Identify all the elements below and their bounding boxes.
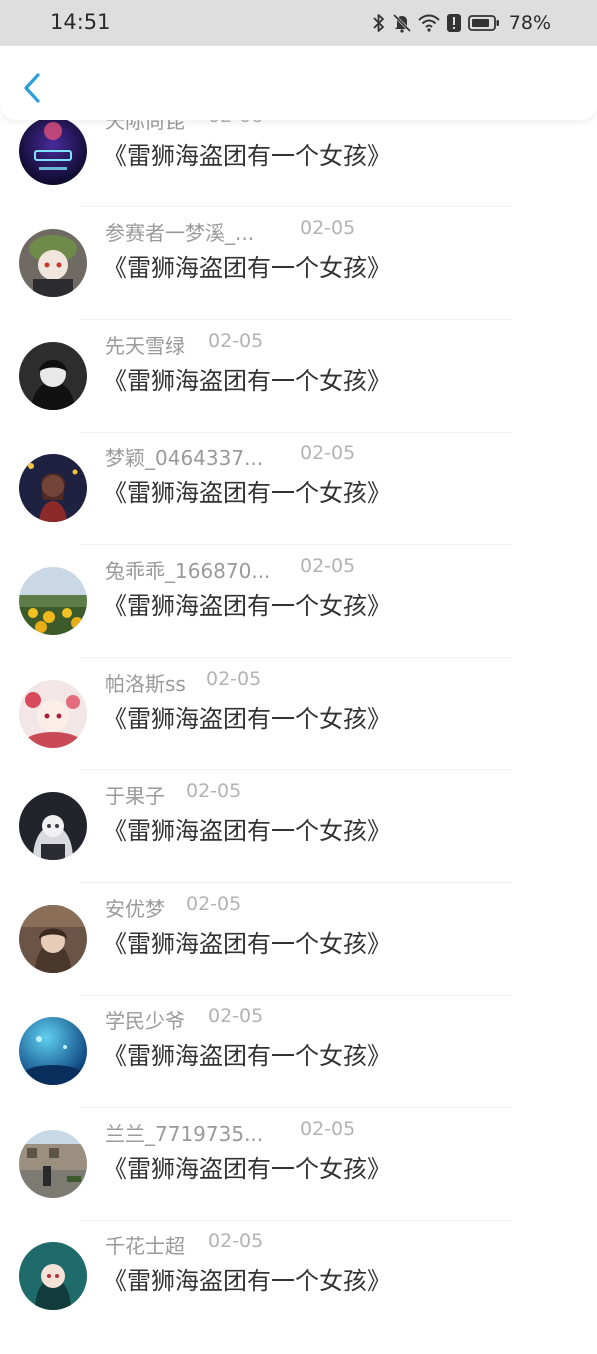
list-item[interactable]: 兰兰_7719735... 02-05 《雷狮海盗团有一个女孩》: [0, 1118, 597, 1242]
divider: [80, 657, 512, 658]
name-line: 先天雪绿 02-05: [105, 330, 263, 359]
user-name[interactable]: 千花士超: [105, 1230, 197, 1259]
list-item[interactable]: 天际尚昆 02-06 《雷狮海盗团有一个女孩》: [0, 105, 597, 229]
divider: [80, 544, 512, 545]
story-title[interactable]: 《雷狮海盗团有一个女孩》: [103, 1149, 391, 1184]
post-date: 02-05: [208, 1005, 264, 1027]
story-title[interactable]: 《雷狮海盗团有一个女孩》: [103, 811, 391, 846]
alert-icon: [446, 13, 461, 33]
list-item[interactable]: 帕洛斯ss 02-05 《雷狮海盗团有一个女孩》: [0, 668, 597, 792]
divider: [80, 882, 512, 883]
bluetooth-icon: [372, 13, 386, 33]
divider: [80, 995, 512, 996]
story-title[interactable]: 《雷狮海盗团有一个女孩》: [103, 361, 391, 396]
user-name[interactable]: 梦颖_0464337...: [105, 442, 277, 471]
post-date: 02-05: [300, 555, 356, 577]
user-name[interactable]: 安优梦: [105, 893, 175, 922]
avatar[interactable]: [19, 342, 87, 410]
list-item[interactable]: 先天雪绿 02-05 《雷狮海盗团有一个女孩》: [0, 330, 597, 454]
bell-off-icon: [392, 13, 411, 33]
name-line: 参赛者一梦溪_... 02-05: [105, 217, 355, 246]
user-name[interactable]: 兰兰_7719735...: [105, 1118, 277, 1147]
status-time: 14:51: [50, 10, 111, 34]
list-item[interactable]: 学民少爷 02-05 《雷狮海盗团有一个女孩》: [0, 1005, 597, 1129]
list-item[interactable]: 于果子 02-05 《雷狮海盗团有一个女孩》: [0, 780, 597, 904]
battery-percent: 78%: [508, 12, 551, 34]
story-title[interactable]: 《雷狮海盗团有一个女孩》: [103, 136, 391, 171]
avatar[interactable]: [19, 229, 87, 297]
name-line: 学民少爷 02-05: [105, 1005, 263, 1034]
chevron-left-icon: [22, 72, 42, 108]
status-icons: 78%: [372, 10, 551, 36]
user-name[interactable]: 帕洛斯ss: [105, 668, 197, 697]
user-name[interactable]: 先天雪绿: [105, 330, 197, 359]
story-title[interactable]: 《雷狮海盗团有一个女孩》: [103, 586, 391, 621]
divider: [80, 769, 512, 770]
avatar[interactable]: [19, 1242, 87, 1310]
list-item[interactable]: 安优梦 02-05 《雷狮海盗团有一个女孩》: [0, 893, 597, 1017]
divider: [80, 319, 512, 320]
list-item[interactable]: 梦颖_0464337... 02-05 《雷狮海盗团有一个女孩》: [0, 442, 597, 566]
story-title[interactable]: 《雷狮海盗团有一个女孩》: [103, 248, 391, 283]
name-line: 于果子 02-05: [105, 780, 241, 809]
user-name[interactable]: 学民少爷: [105, 1005, 197, 1034]
user-name[interactable]: 于果子: [105, 780, 175, 809]
post-date: 02-05: [208, 330, 264, 352]
name-line: 帕洛斯ss 02-05: [105, 668, 261, 697]
story-title[interactable]: 《雷狮海盗团有一个女孩》: [103, 1036, 391, 1071]
user-name[interactable]: 兔乖乖_166870...: [105, 555, 281, 584]
name-line: 千花士超 02-05: [105, 1230, 263, 1259]
name-line: 兔乖乖_166870... 02-05: [105, 555, 355, 584]
name-line: 安优梦 02-05: [105, 893, 241, 922]
wifi-icon: [418, 14, 440, 32]
post-date: 02-05: [206, 668, 262, 690]
list-item[interactable]: 兔乖乖_166870... 02-05 《雷狮海盗团有一个女孩》: [0, 555, 597, 679]
post-date: 02-05: [300, 217, 356, 239]
divider: [80, 1220, 512, 1221]
avatar[interactable]: [19, 905, 87, 973]
post-date: 02-05: [186, 780, 242, 802]
divider: [80, 432, 512, 433]
story-title[interactable]: 《雷狮海盗团有一个女孩》: [103, 924, 391, 959]
post-date: 02-05: [208, 1230, 264, 1252]
avatar[interactable]: [19, 680, 87, 748]
story-title[interactable]: 《雷狮海盗团有一个女孩》: [103, 473, 391, 508]
avatar[interactable]: [19, 792, 87, 860]
name-line: 兰兰_7719735... 02-05: [105, 1118, 355, 1147]
name-line: 梦颖_0464337... 02-05: [105, 442, 355, 471]
post-date: 02-05: [300, 442, 356, 464]
list-item[interactable]: 千花士超 02-05 《雷狮海盗团有一个女孩》: [0, 1230, 597, 1354]
divider: [80, 206, 512, 207]
avatar[interactable]: [19, 1130, 87, 1198]
post-date: 02-05: [186, 893, 242, 915]
story-title[interactable]: 《雷狮海盗团有一个女孩》: [103, 699, 391, 734]
story-title[interactable]: 《雷狮海盗团有一个女孩》: [103, 1261, 391, 1296]
avatar[interactable]: [19, 567, 87, 635]
list-item[interactable]: 参赛者一梦溪_... 02-05 《雷狮海盗团有一个女孩》: [0, 217, 597, 341]
user-name[interactable]: 参赛者一梦溪_...: [105, 217, 277, 246]
avatar[interactable]: [19, 117, 87, 185]
avatar[interactable]: [19, 454, 87, 522]
battery-icon: [467, 14, 500, 32]
back-button[interactable]: [16, 70, 48, 110]
post-date: 02-05: [300, 1118, 356, 1140]
header: [0, 46, 597, 120]
divider: [80, 1107, 512, 1108]
status-bar: 14:51 78%: [0, 0, 597, 46]
avatar[interactable]: [19, 1017, 87, 1085]
